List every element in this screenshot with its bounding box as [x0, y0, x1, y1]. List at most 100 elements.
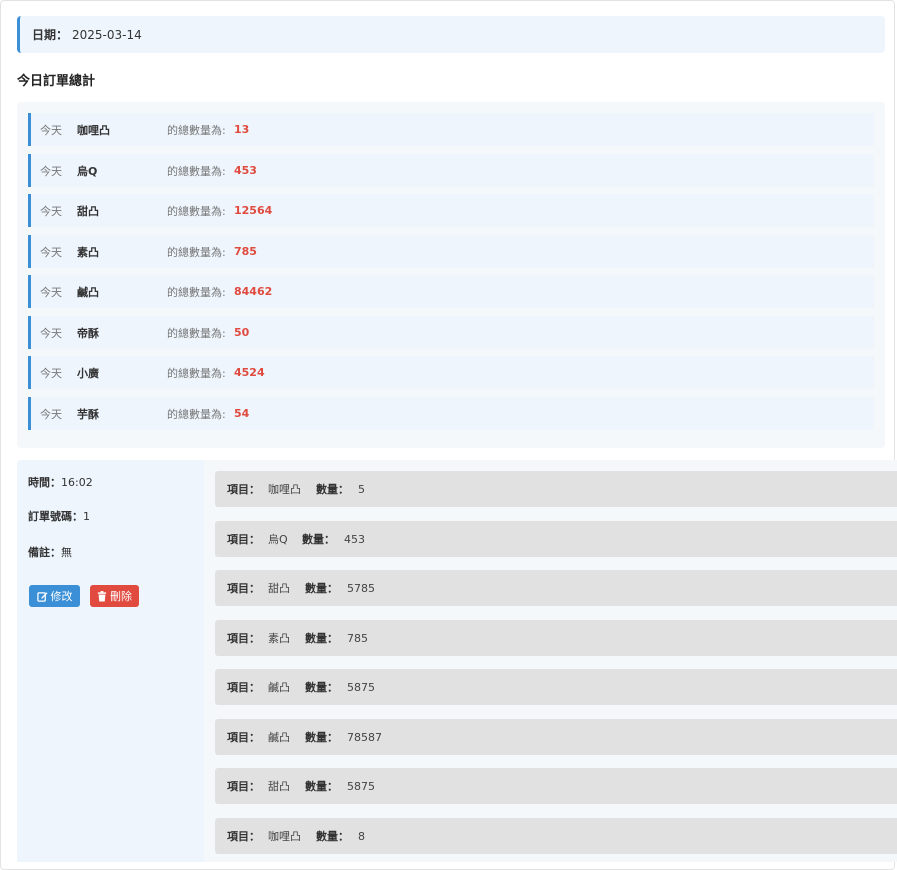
edit-button-label: 修改	[50, 590, 73, 603]
line-qty-value: 453	[344, 532, 365, 546]
order-time-value: 16:02	[61, 476, 93, 489]
line-qty-label: 數量：	[305, 632, 338, 645]
summary-phrase: 的總數量為:	[167, 285, 226, 299]
line-item-label: 項目：	[227, 483, 260, 496]
edit-icon	[36, 591, 48, 602]
summary-prefix: 今天	[40, 204, 62, 218]
order-line-item: 項目： 素凸 數量： 785	[215, 620, 897, 656]
summary-phrase: 的總數量為:	[167, 204, 226, 218]
line-item-value: 咖哩凸	[268, 483, 301, 496]
line-qty-label: 數量：	[305, 681, 338, 694]
order-number: 訂單號碼：1	[28, 508, 90, 524]
line-item-label: 項目：	[227, 830, 260, 843]
summary-item: 甜凸	[77, 204, 99, 218]
summary-row: 今天 小廣 的總數量為: 4524	[28, 356, 874, 389]
date-value: 2025-03-14	[72, 27, 142, 42]
summary-prefix: 今天	[40, 285, 62, 299]
summary-count: 50	[234, 326, 250, 339]
delete-button-label: 刪除	[110, 590, 132, 603]
line-qty-label: 數量：	[305, 731, 338, 744]
line-qty-label: 數量：	[305, 780, 338, 793]
delete-button[interactable]: 刪除	[90, 585, 139, 607]
summary-title: 今日訂單總計	[17, 74, 96, 89]
order-number-label: 訂單號碼：	[28, 510, 83, 523]
line-qty-label: 數量：	[316, 830, 349, 843]
summary-item: 小廣	[77, 366, 99, 380]
line-qty-label: 數量：	[305, 582, 338, 595]
line-item-value: 甜凸	[268, 780, 290, 793]
summary-row: 今天 咖哩凸 的總數量為: 13	[28, 113, 874, 146]
summary-item: 烏Q	[77, 164, 98, 178]
summary-row: 今天 甜凸 的總數量為: 12564	[28, 194, 874, 227]
line-item-value: 甜凸	[268, 582, 290, 595]
summary-row: 今天 素凸 的總數量為: 785	[28, 235, 874, 268]
summary-phrase: 的總數量為:	[167, 326, 226, 340]
order-info-panel: 時間：16:02 訂單號碼：1 備註：無 修改 刪除	[17, 460, 204, 862]
line-qty-value: 8	[358, 829, 365, 843]
order-line-item: 項目： 烏Q 數量： 453	[215, 521, 897, 557]
line-qty-label: 數量：	[316, 483, 349, 496]
summary-row: 今天 帝酥 的總數量為: 50	[28, 316, 874, 349]
line-item-value: 鹹凸	[268, 731, 290, 744]
summary-phrase: 的總數量為:	[167, 366, 226, 380]
line-item-value: 烏Q	[268, 533, 288, 546]
summary-prefix: 今天	[40, 123, 62, 137]
summary-item: 咖哩凸	[77, 123, 110, 137]
summary-prefix: 今天	[40, 245, 62, 259]
line-item-label: 項目：	[227, 780, 260, 793]
summary-count: 13	[234, 123, 250, 136]
date-bar: 日期： 2025-03-14	[17, 16, 885, 53]
line-item-value: 素凸	[268, 632, 290, 645]
summary-count: 785	[234, 245, 257, 258]
order-line-item: 項目： 咖哩凸 數量： 5	[215, 471, 897, 507]
summary-phrase: 的總數量為:	[167, 123, 226, 137]
line-qty-value: 5875	[347, 779, 375, 793]
line-qty-value: 785	[347, 631, 368, 645]
summary-phrase: 的總數量為:	[167, 407, 226, 421]
summary-count: 453	[234, 164, 257, 177]
summary-row: 今天 烏Q 的總數量為: 453	[28, 154, 874, 187]
order-line-item: 項目： 咖哩凸 數量： 8	[215, 818, 897, 854]
line-qty-value: 5785	[347, 581, 375, 595]
summary-prefix: 今天	[40, 326, 62, 340]
line-item-label: 項目：	[227, 731, 260, 744]
summary-phrase: 的總數量為:	[167, 245, 226, 259]
order-line-item: 項目： 甜凸 數量： 5875	[215, 768, 897, 804]
line-item-label: 項目：	[227, 681, 260, 694]
order-line-item: 項目： 甜凸 數量： 5785	[215, 570, 897, 606]
order-number-value: 1	[83, 510, 90, 523]
order-line-item: 項目： 鹹凸 數量： 78587	[215, 719, 897, 755]
edit-button[interactable]: 修改	[29, 585, 80, 607]
order-note: 備註：無	[28, 544, 72, 560]
order-note-value: 無	[61, 546, 72, 559]
order-time: 時間：16:02	[28, 474, 93, 490]
summary-row: 今天 芋酥 的總數量為: 54	[28, 397, 874, 430]
summary-item: 芋酥	[77, 407, 99, 421]
summary-item: 鹹凸	[77, 285, 99, 299]
line-qty-label: 數量：	[302, 533, 335, 546]
date-label: 日期：	[32, 28, 69, 42]
summary-prefix: 今天	[40, 366, 62, 380]
summary-count: 54	[234, 407, 250, 420]
order-line-item: 項目： 鹹凸 數量： 5875	[215, 669, 897, 705]
summary-row: 今天 鹹凸 的總數量為: 84462	[28, 275, 874, 308]
order-card: 時間：16:02 訂單號碼：1 備註：無 修改 刪除 項目： 咖哩凸 數量： 5…	[17, 460, 897, 862]
summary-item: 帝酥	[77, 326, 99, 340]
summary-prefix: 今天	[40, 407, 62, 421]
line-qty-value: 5875	[347, 680, 375, 694]
summary-count: 4524	[234, 366, 265, 379]
order-time-label: 時間：	[28, 476, 61, 489]
line-item-label: 項目：	[227, 632, 260, 645]
line-item-label: 項目：	[227, 533, 260, 546]
summary-prefix: 今天	[40, 164, 62, 178]
line-qty-value: 78587	[347, 730, 382, 744]
trash-icon	[97, 590, 107, 602]
summary-panel: 今天 咖哩凸 的總數量為: 13 今天 烏Q 的總數量為: 453 今天 甜凸 …	[17, 102, 885, 448]
summary-count: 12564	[234, 204, 273, 217]
summary-count: 84462	[234, 285, 273, 298]
line-item-label: 項目：	[227, 582, 260, 595]
line-item-value: 咖哩凸	[268, 830, 301, 843]
line-item-value: 鹹凸	[268, 681, 290, 694]
line-qty-value: 5	[358, 482, 365, 496]
summary-phrase: 的總數量為:	[167, 164, 226, 178]
